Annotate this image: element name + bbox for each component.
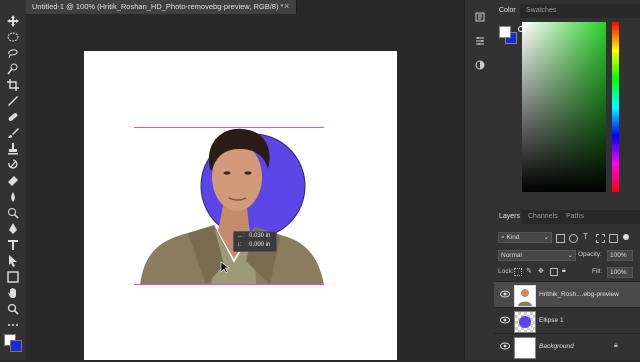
- layer-row-ellipse[interactable]: Ellipse 1: [494, 307, 640, 334]
- person-eye-left: [223, 171, 231, 175]
- lock-all-icon[interactable]: 🔒︎: [562, 267, 566, 275]
- layer-filter-icons: T: [556, 232, 636, 243]
- chevron-down-icon: ⌄: [543, 234, 549, 241]
- eyedropper-tool-icon[interactable]: [4, 94, 22, 108]
- more-tools-icon[interactable]: [4, 318, 22, 332]
- healing-brush-tool-icon[interactable]: [4, 110, 22, 124]
- visibility-eye-icon[interactable]: [500, 316, 510, 324]
- pen-tool-icon[interactable]: [4, 222, 22, 236]
- color-saturation-field[interactable]: [522, 22, 606, 192]
- shape-tool-icon[interactable]: [4, 270, 22, 284]
- layer-thumbnail-person: [514, 285, 536, 307]
- history-panel-icon[interactable]: [472, 10, 488, 24]
- fill-label: Fill:: [592, 268, 603, 275]
- document-canvas[interactable]: ↔: 0.030 in ↕: 0.000 in: [84, 51, 397, 360]
- tab-paths[interactable]: Paths: [566, 213, 584, 220]
- quick-selection-tool-icon[interactable]: [4, 62, 22, 76]
- delta-x-icon: ↔:: [237, 233, 245, 239]
- opacity-label: Opacity:: [578, 251, 602, 258]
- hue-slider[interactable]: [612, 22, 619, 192]
- adjustment-filter-icon[interactable]: [569, 234, 578, 243]
- layer-name: Ellipse 1: [539, 317, 564, 324]
- layer-thumbnail-ellipse: [514, 311, 536, 333]
- opacity-value: 100%: [610, 252, 627, 259]
- smart-guide-bottom: [134, 284, 324, 285]
- visibility-eye-icon[interactable]: [500, 290, 510, 298]
- history-brush-tool-icon[interactable]: [4, 158, 22, 172]
- document-title: Untitled-1 @ 100% (Hritik_Roshan_HD_Phot…: [32, 2, 284, 11]
- clone-stamp-tool-icon[interactable]: [4, 142, 22, 156]
- close-tab-icon[interactable]: ×: [284, 1, 289, 11]
- marquee-tool-icon[interactable]: [4, 30, 22, 44]
- layer-name: Background: [539, 343, 574, 350]
- gradient-tool-icon[interactable]: [4, 190, 22, 204]
- tab-swatches[interactable]: Swatches: [526, 7, 556, 14]
- delta-y-icon: ↕:: [237, 242, 242, 248]
- properties-panel-icon[interactable]: [472, 34, 488, 48]
- layer-row-background[interactable]: Background 🔒︎: [494, 333, 640, 360]
- visibility-eye-icon[interactable]: [500, 342, 510, 350]
- filter-toggle-icon[interactable]: [623, 234, 629, 240]
- fill-value: 100%: [610, 269, 627, 276]
- move-tool-icon[interactable]: [4, 14, 22, 28]
- type-filter-icon[interactable]: T: [583, 232, 588, 241]
- chevron-down-icon: ⌄: [567, 252, 573, 259]
- lock-image-icon[interactable]: ✎: [526, 267, 532, 275]
- dodge-tool-icon[interactable]: [4, 206, 22, 220]
- crop-tool-icon[interactable]: [4, 78, 22, 92]
- layers-panel-tabs: Layers Channels Paths: [494, 210, 640, 224]
- tab-layers[interactable]: Layers: [499, 213, 520, 220]
- layer-lock-icon[interactable]: 🔒︎: [614, 342, 618, 350]
- layer-filter-kind-dropdown[interactable]: ⌕ Kind ⌄: [498, 232, 552, 243]
- panel-icon-strip: [464, 0, 496, 360]
- type-tool-icon[interactable]: [4, 238, 22, 252]
- fill-field[interactable]: 100%: [607, 267, 633, 278]
- canvas-artwork: [134, 127, 324, 285]
- delta-y-value: 0.000 in: [249, 242, 271, 248]
- lock-transparent-icon[interactable]: [514, 268, 522, 276]
- lock-icons: ✎ ✥ 🔒︎: [514, 267, 574, 277]
- transform-readout-tooltip: ↔: 0.030 in ↕: 0.000 in: [233, 231, 277, 252]
- zoom-tool-icon[interactable]: [4, 302, 22, 316]
- brush-tool-icon[interactable]: [4, 126, 22, 140]
- tools-panel: [0, 0, 27, 360]
- document-tab[interactable]: Untitled-1 @ 100% (Hritik_Roshan_HD_Phot…: [26, 0, 297, 14]
- delta-x-value: 0.030 in: [249, 233, 271, 239]
- color-panel-tabs: Color Swatches: [494, 4, 640, 18]
- tab-color[interactable]: Color: [499, 7, 516, 14]
- color-panel-foreground-swatch[interactable]: [499, 26, 511, 38]
- layer-thumbnail-background: [514, 337, 536, 359]
- background-color-swatch[interactable]: [10, 340, 22, 352]
- adjustments-panel-icon[interactable]: [472, 58, 488, 72]
- path-selection-tool-icon[interactable]: [4, 254, 22, 268]
- layer-row-hrithik[interactable]: Hrithik_Rosh....ebg-preview: [494, 281, 640, 308]
- blend-mode-dropdown[interactable]: Normal ⌄: [498, 250, 576, 261]
- filter-kind-label: Kind: [506, 234, 520, 241]
- eraser-tool-icon[interactable]: [4, 174, 22, 188]
- lock-label: Lock:: [498, 268, 514, 275]
- smart-guide-top: [134, 127, 324, 128]
- smart-object-filter-icon[interactable]: [609, 234, 618, 243]
- blend-mode-value: Normal: [501, 252, 522, 259]
- pixel-filter-icon[interactable]: [556, 234, 565, 243]
- lasso-tool-icon[interactable]: [4, 46, 22, 60]
- lock-artboard-icon[interactable]: [550, 268, 558, 276]
- hand-tool-icon[interactable]: [4, 286, 22, 300]
- color-picker-handle[interactable]: [518, 26, 524, 32]
- layer-name: Hrithik_Rosh....ebg-preview: [539, 291, 619, 298]
- shape-filter-icon[interactable]: [596, 234, 605, 243]
- opacity-field[interactable]: 100%: [607, 250, 633, 261]
- person-eye-right: [244, 171, 252, 175]
- lock-position-icon[interactable]: ✥: [538, 267, 544, 275]
- tab-channels[interactable]: Channels: [528, 213, 558, 220]
